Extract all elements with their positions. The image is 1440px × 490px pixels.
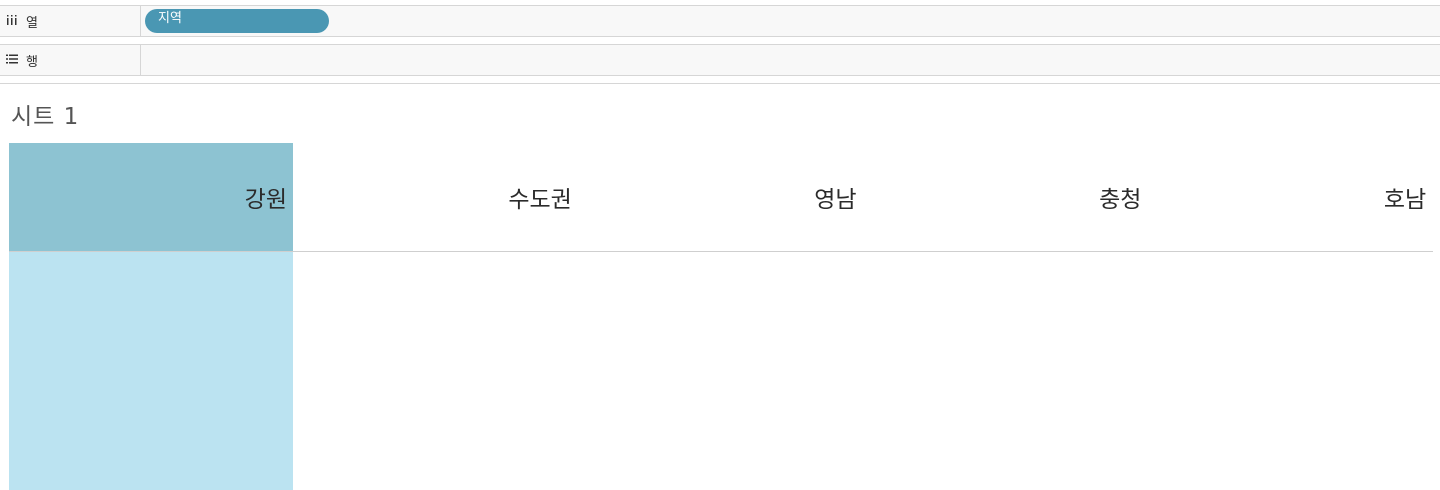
column-header-cell[interactable]: 강원 xyxy=(9,143,293,251)
rows-shelf-label: 행 xyxy=(0,45,141,75)
table-cell[interactable] xyxy=(579,252,863,490)
table-cell[interactable] xyxy=(863,252,1147,490)
column-header-cell[interactable]: 충청 xyxy=(863,143,1147,251)
row-list-icon xyxy=(6,53,20,67)
rows-shelf[interactable]: 행 xyxy=(0,44,1440,76)
table-cell[interactable] xyxy=(9,252,293,490)
column-header-row: 강원 수도권 영남 충청 호남 xyxy=(9,143,1433,252)
column-header-cell[interactable]: 영남 xyxy=(579,143,863,251)
table-body xyxy=(9,252,1433,490)
column-bars-icon xyxy=(6,14,20,28)
column-header-cell[interactable]: 수도권 xyxy=(294,143,578,251)
rows-shelf-text: 행 xyxy=(26,54,38,70)
columns-shelf-label: 열 xyxy=(0,6,141,36)
table-cell[interactable] xyxy=(1148,252,1432,490)
shelf-divider xyxy=(0,83,1440,84)
region-field-pill[interactable]: 지역 xyxy=(145,9,329,33)
table-cell[interactable] xyxy=(294,252,578,490)
columns-shelf: 열 지역 xyxy=(0,5,1440,37)
columns-shelf-text: 열 xyxy=(26,15,38,31)
sheet-title: 시트 1 xyxy=(11,104,80,130)
column-header-cell[interactable]: 호남 xyxy=(1148,143,1432,251)
